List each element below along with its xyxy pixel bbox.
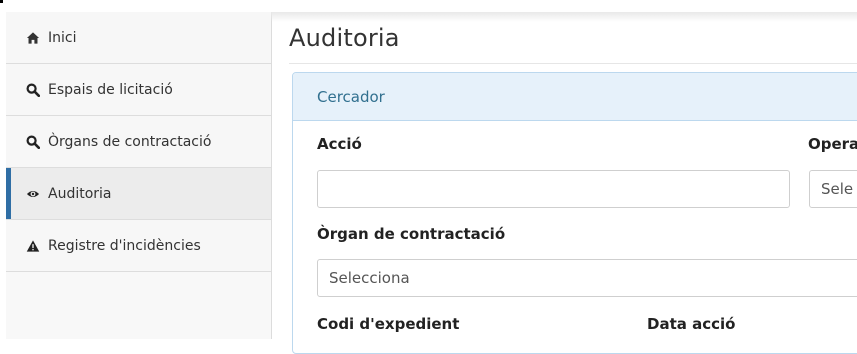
organ-label: Òrgan de contractació [317, 225, 506, 243]
sidebar-item-inici[interactable]: Inici [6, 12, 271, 64]
page-title: Auditoria [289, 24, 400, 52]
sidebar-item-label: Inici [48, 29, 77, 46]
sidebar-item-label: Registre d'incidències [48, 237, 201, 254]
search-icon [26, 134, 40, 149]
sidebar-item-registre-incidencies[interactable]: Registre d'incidències [6, 220, 271, 272]
sidebar-item-label: Òrgans de contractació [48, 133, 212, 150]
operacio-label: Opera [808, 135, 857, 153]
sidebar-item-label: Espais de licitació [48, 81, 173, 98]
organ-select[interactable]: Selecciona [317, 259, 857, 297]
accio-input[interactable] [317, 170, 790, 208]
eye-icon [26, 187, 40, 201]
window-corner-mark [0, 0, 3, 3]
operacio-select[interactable]: Sele [809, 170, 857, 208]
search-panel: Cercador Acció Opera Sele Òrgan de contr… [292, 72, 857, 354]
panel-heading: Cercador [293, 73, 857, 121]
accio-label: Acció [317, 135, 362, 153]
top-shadow [271, 12, 857, 22]
sidebar-item-label: Auditoria [48, 185, 112, 202]
data-accio-label: Data acció [647, 315, 736, 333]
warning-icon [26, 239, 40, 253]
sidebar-item-auditoria[interactable]: Auditoria [6, 168, 271, 220]
sidebar-item-organs-contractacio[interactable]: Òrgans de contractació [6, 116, 271, 168]
sidebar: Inici Espais de licitació Òrgans de cont… [6, 12, 272, 339]
search-icon [26, 82, 40, 97]
sidebar-item-espais-licitacio[interactable]: Espais de licitació [6, 64, 271, 116]
codi-expedient-label: Codi d'expedient [317, 315, 460, 333]
home-icon [26, 31, 40, 45]
title-divider [289, 63, 857, 64]
